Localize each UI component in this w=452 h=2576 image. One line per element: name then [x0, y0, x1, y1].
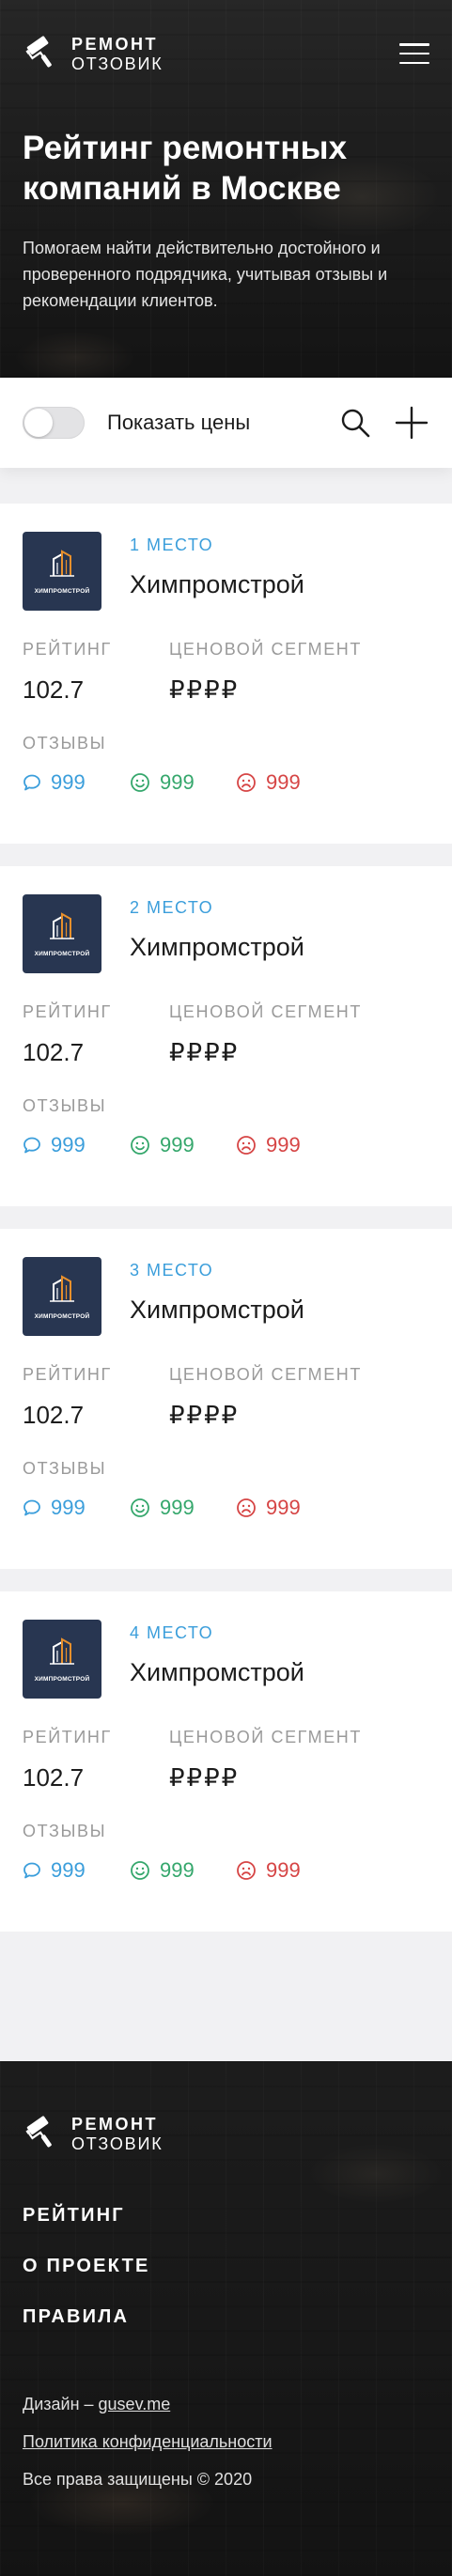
reviews-positive[interactable]: 999 [130, 1496, 236, 1520]
footer-logo[interactable]: РЕМОНТ ОТЗОВИК [23, 2114, 429, 2153]
footer: РЕМОНТ ОТЗОВИК РЕЙТИНГ О ПРОЕКТЕ ПРАВИЛА… [0, 2061, 452, 2576]
top-bar: РЕМОНТ ОТЗОВИК [23, 0, 429, 111]
logo-line-1: РЕМОНТ [71, 34, 159, 54]
site-logo[interactable]: РЕМОНТ ОТЗОВИК [23, 34, 164, 73]
company-logo: ХИМПРОМСТРОЙ [23, 894, 101, 973]
design-link[interactable]: gusev.me [99, 2395, 171, 2413]
comment-icon [23, 773, 41, 792]
company-card[interactable]: ХИМПРОМСТРОЙ 4 МЕСТО Химпромстрой РЕЙТИН… [0, 1591, 452, 1932]
roller-logo-icon [23, 2114, 62, 2153]
show-prices-label[interactable]: Показать цены [107, 411, 250, 435]
reviews-positive[interactable]: 999 [130, 1858, 236, 1883]
frown-icon [236, 1860, 257, 1881]
reviews-positive[interactable]: 999 [130, 1133, 236, 1157]
copyright: Все права защищены © 2020 [23, 2470, 253, 2489]
comment-icon [23, 1136, 41, 1155]
building-logo-icon [48, 548, 76, 584]
logo-line-2: ОТЗОВИК [71, 54, 164, 73]
smile-icon [130, 1135, 150, 1156]
footer-nav: РЕЙТИНГ О ПРОЕКТЕ ПРАВИЛА [23, 2204, 429, 2328]
price-segment-value: ₽₽₽₽ [169, 1401, 240, 1429]
rating-label: РЕЙТИНГ [23, 640, 112, 659]
company-logo: ХИМПРОМСТРОЙ [23, 532, 101, 611]
price-segment-value: ₽₽₽₽ [169, 1038, 240, 1066]
company-name[interactable]: Химпромстрой [130, 1295, 304, 1325]
page-title: Рейтинг ремонтных компаний в Москве [23, 130, 348, 207]
reviews-label: ОТЗЫВЫ [23, 1822, 107, 1840]
company-logo: ХИМПРОМСТРОЙ [23, 1257, 101, 1336]
company-logo: ХИМПРОМСТРОЙ [23, 1620, 101, 1699]
logo-line-1: РЕМОНТ [71, 2114, 159, 2134]
comment-icon [23, 1498, 41, 1517]
rating-label: РЕЙТИНГ [23, 1728, 112, 1746]
place-label: 4 МЕСТО [130, 1623, 214, 1642]
logo-line-2: ОТЗОВИК [71, 2134, 164, 2153]
price-segment-label: ЦЕНОВОЙ СЕГМЕНТ [169, 1365, 363, 1384]
company-logo-text: ХИМПРОМСТРОЙ [34, 588, 90, 595]
comment-icon [23, 1861, 41, 1880]
frown-icon [236, 1497, 257, 1518]
frown-icon [236, 772, 257, 793]
companies-list: ХИМПРОМСТРОЙ 1 МЕСТО Химпромстрой РЕЙТИН… [0, 468, 452, 1932]
roller-logo-icon [23, 34, 62, 73]
plus-icon[interactable] [394, 405, 429, 441]
company-card[interactable]: ХИМПРОМСТРОЙ 2 МЕСТО Химпромстрой РЕЙТИН… [0, 866, 452, 1206]
company-logo-text: ХИМПРОМСТРОЙ [34, 1676, 90, 1683]
privacy-policy-link[interactable]: Политика конфиденциальности [23, 2432, 273, 2451]
reviews-label: ОТЗЫВЫ [23, 734, 107, 753]
building-logo-icon [48, 910, 76, 947]
design-credit: Дизайн – gusev.me [23, 2395, 171, 2413]
reviews-total[interactable]: 999 [23, 770, 130, 795]
footer-link-rules[interactable]: ПРАВИЛА [23, 2305, 429, 2328]
reviews-negative[interactable]: 999 [236, 1858, 301, 1883]
page-subtitle: Помогаем найти действительно достойного … [23, 239, 388, 310]
reviews-negative[interactable]: 999 [236, 1133, 301, 1157]
company-logo-text: ХИМПРОМСТРОЙ [34, 951, 90, 957]
smile-icon [130, 1497, 150, 1518]
rating-value: 102.7 [23, 1763, 85, 1792]
company-name[interactable]: Химпромстрой [130, 932, 304, 962]
footer-link-about[interactable]: О ПРОЕКТЕ [23, 2255, 429, 2277]
price-segment-label: ЦЕНОВОЙ СЕГМЕНТ [169, 640, 363, 659]
building-logo-icon [48, 1636, 76, 1672]
price-segment-value: ₽₽₽₽ [169, 1763, 240, 1792]
smile-icon [130, 772, 150, 793]
price-segment-label: ЦЕНОВОЙ СЕГМЕНТ [169, 1728, 363, 1746]
company-card[interactable]: ХИМПРОМСТРОЙ 1 МЕСТО Химпромстрой РЕЙТИН… [0, 504, 452, 844]
show-prices-toggle[interactable] [23, 407, 85, 439]
rating-label: РЕЙТИНГ [23, 1365, 112, 1384]
reviews-label: ОТЗЫВЫ [23, 1096, 107, 1115]
reviews-total[interactable]: 999 [23, 1858, 130, 1883]
reviews-negative[interactable]: 999 [236, 1496, 301, 1520]
company-name[interactable]: Химпромстрой [130, 1657, 304, 1687]
footer-link-rating[interactable]: РЕЙТИНГ [23, 2204, 429, 2227]
place-label: 3 МЕСТО [130, 1261, 214, 1280]
company-name[interactable]: Химпромстрой [130, 569, 304, 599]
search-icon[interactable] [337, 405, 373, 441]
reviews-total[interactable]: 999 [23, 1133, 130, 1157]
rating-value: 102.7 [23, 1401, 85, 1429]
price-segment-label: ЦЕНОВОЙ СЕГМЕНТ [169, 1002, 363, 1021]
reviews-total[interactable]: 999 [23, 1496, 130, 1520]
reviews-positive[interactable]: 999 [130, 770, 236, 795]
place-label: 1 МЕСТО [130, 535, 214, 554]
price-segment-value: ₽₽₽₽ [169, 675, 240, 704]
building-logo-icon [48, 1273, 76, 1310]
rating-value: 102.7 [23, 1038, 85, 1066]
reviews-label: ОТЗЫВЫ [23, 1459, 107, 1478]
rating-value: 102.7 [23, 675, 85, 704]
smile-icon [130, 1860, 150, 1881]
hero-section: РЕМОНТ ОТЗОВИК Рейтинг ремонтных компани… [0, 0, 452, 378]
company-card[interactable]: ХИМПРОМСТРОЙ 3 МЕСТО Химпромстрой РЕЙТИН… [0, 1229, 452, 1569]
frown-icon [236, 1135, 257, 1156]
rating-label: РЕЙТИНГ [23, 1002, 112, 1021]
place-label: 2 МЕСТО [130, 898, 214, 917]
filter-bar: Показать цены [0, 378, 452, 468]
reviews-negative[interactable]: 999 [236, 770, 301, 795]
menu-icon[interactable] [399, 39, 429, 64]
toggle-knob [24, 409, 53, 437]
company-logo-text: ХИМПРОМСТРОЙ [34, 1313, 90, 1320]
